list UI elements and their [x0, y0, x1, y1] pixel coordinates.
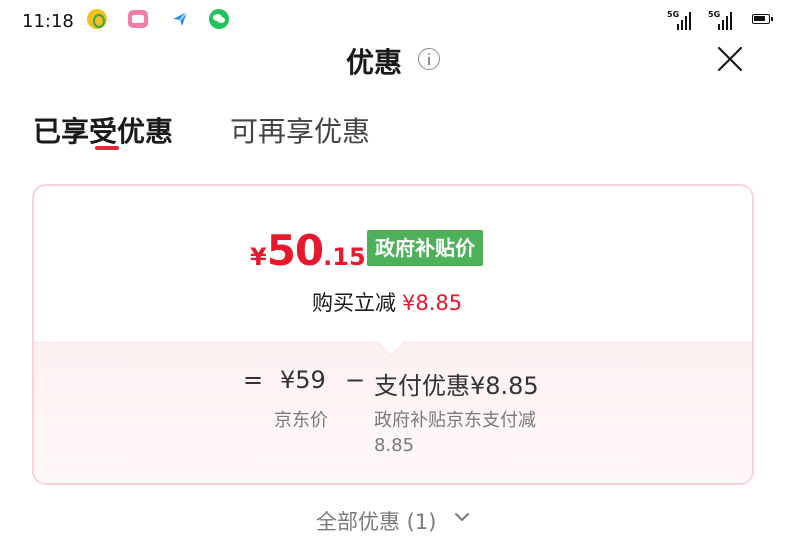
- bilibili-icon: [128, 10, 148, 28]
- all-discounts-toggle[interactable]: 全部优惠 (1): [316, 506, 436, 536]
- price-integer: 50: [266, 226, 324, 275]
- price-currency: ¥: [250, 243, 267, 271]
- chevron-down-icon[interactable]: [454, 510, 470, 524]
- minus-sign: −: [345, 366, 366, 394]
- purchase-discount-value: ¥8.85: [402, 291, 463, 315]
- payment-discount-value: 支付优惠¥8.85: [374, 372, 539, 400]
- network-type: 5G: [667, 10, 680, 19]
- close-icon[interactable]: [716, 45, 744, 73]
- equals-sign: =: [243, 366, 264, 394]
- purchase-discount: 购买立减 ¥8.85: [312, 287, 462, 317]
- page-title: 优惠: [346, 46, 403, 79]
- status-clock: 11:18: [22, 11, 74, 32]
- tab-enjoyed-discounts[interactable]: 已享受优惠: [33, 110, 173, 150]
- jd-price-label: 京东价: [274, 410, 328, 431]
- send-app-icon: [170, 9, 190, 29]
- music-app-icon: [87, 9, 107, 29]
- network-type: 5G: [708, 10, 721, 19]
- battery-icon: [752, 14, 773, 24]
- status-bar: 11:18 5G 5G: [0, 0, 786, 40]
- purchase-discount-label: 购买立减: [312, 291, 396, 315]
- signal-icon: 5G: [667, 10, 693, 30]
- tab-more-discounts[interactable]: 可再享优惠: [230, 110, 370, 150]
- price-decimal: .15: [323, 243, 366, 271]
- subsidy-price-badge: 政府补贴价: [367, 230, 483, 266]
- signal-icon: 5G: [708, 10, 734, 30]
- jd-price-value: ¥59: [280, 366, 326, 394]
- final-price: ¥50.15: [250, 226, 366, 275]
- wechat-icon: [209, 9, 229, 29]
- gov-subsidy-note: 政府补贴京东支付减8.85: [374, 410, 536, 456]
- info-icon[interactable]: [418, 48, 440, 70]
- active-tab-indicator: [95, 146, 119, 150]
- discount-card: ¥50.15 政府补贴价 购买立减 ¥8.85 = ¥59 − 支付优惠¥8.85…: [32, 184, 754, 485]
